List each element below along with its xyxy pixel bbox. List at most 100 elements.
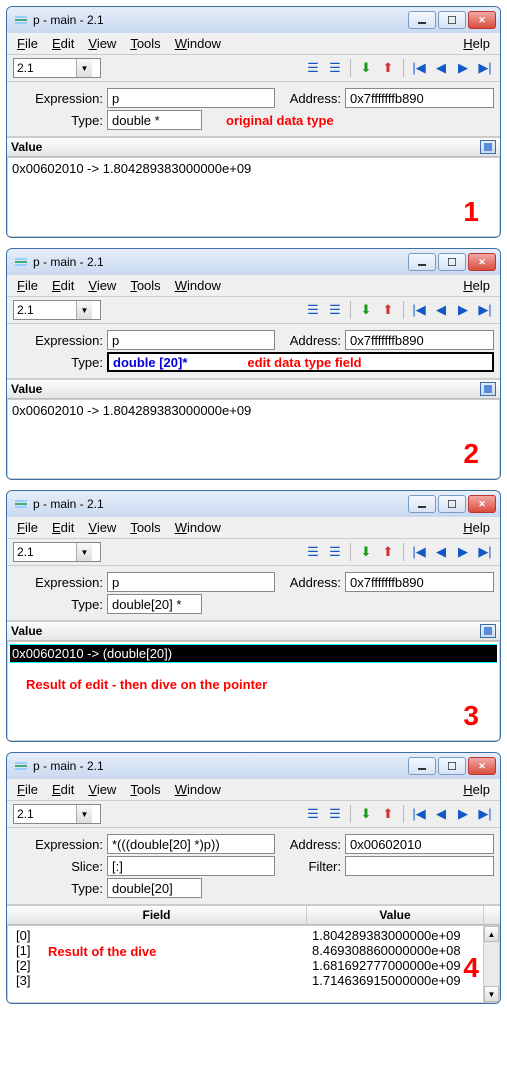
id-input[interactable] <box>14 301 76 319</box>
menu-view[interactable]: View <box>88 36 116 51</box>
maximize-button[interactable] <box>438 757 466 775</box>
prev-icon[interactable]: ◀ <box>432 805 450 823</box>
menu-file[interactable]: File <box>17 520 38 535</box>
dive-down-icon[interactable]: ⬇ <box>357 59 375 77</box>
dive-down-icon[interactable]: ⬇ <box>357 301 375 319</box>
close-button[interactable]: ✕ <box>468 11 496 29</box>
menu-view[interactable]: View <box>88 278 116 293</box>
titlebar[interactable]: p - main - 2.1 ✕ <box>7 491 500 517</box>
prev-icon[interactable]: ◀ <box>432 301 450 319</box>
expression-field[interactable]: p <box>107 330 275 350</box>
expression-field[interactable]: p <box>107 88 275 108</box>
id-combo[interactable]: ▼ <box>13 542 101 562</box>
last-icon[interactable]: ▶| <box>476 301 494 319</box>
menu-file[interactable]: File <box>17 278 38 293</box>
scroll-up-icon[interactable]: ▲ <box>484 926 499 942</box>
id-combo[interactable]: ▼ <box>13 58 101 78</box>
first-icon[interactable]: |◀ <box>410 301 428 319</box>
menu-edit[interactable]: Edit <box>52 278 74 293</box>
list2-icon[interactable]: ☰ <box>326 805 344 823</box>
maximize-button[interactable] <box>438 253 466 271</box>
menu-help[interactable]: Help <box>463 520 490 535</box>
value-row[interactable]: 0x00602010 -> 1.804289383000000e+09 <box>12 403 495 418</box>
list2-icon[interactable]: ☰ <box>326 59 344 77</box>
dive-down-icon[interactable]: ⬇ <box>357 543 375 561</box>
scroll-track[interactable] <box>484 942 499 986</box>
minimize-button[interactable] <box>408 495 436 513</box>
list-icon[interactable]: ☰ <box>304 59 322 77</box>
titlebar[interactable]: p - main - 2.1 ✕ <box>7 753 500 779</box>
menu-tools[interactable]: Tools <box>130 278 160 293</box>
scrollbar[interactable]: ▲ ▼ <box>483 926 499 1002</box>
menu-window[interactable]: Window <box>175 520 221 535</box>
panel-toggle-icon[interactable] <box>480 624 496 638</box>
value-row[interactable]: 0x00602010 -> 1.804289383000000e+09 <box>12 161 495 176</box>
next-icon[interactable]: ▶ <box>454 59 472 77</box>
table-row[interactable]: [0] 1.804289383000000e+09 <box>8 928 499 943</box>
chevron-down-icon[interactable]: ▼ <box>76 301 92 319</box>
last-icon[interactable]: ▶| <box>476 543 494 561</box>
menu-edit[interactable]: Edit <box>52 36 74 51</box>
menu-window[interactable]: Window <box>175 278 221 293</box>
id-input[interactable] <box>14 543 76 561</box>
maximize-button[interactable] <box>438 11 466 29</box>
expression-field[interactable]: p <box>107 572 275 592</box>
chevron-down-icon[interactable]: ▼ <box>76 543 92 561</box>
panel-toggle-icon[interactable] <box>480 382 496 396</box>
menu-help[interactable]: Help <box>463 782 490 797</box>
list-icon[interactable]: ☰ <box>304 805 322 823</box>
menu-view[interactable]: View <box>88 782 116 797</box>
value-row[interactable]: 0x00602010 -> (double[20]) <box>10 644 497 663</box>
expression-field[interactable]: *(((double[20] *)p)) <box>107 834 275 854</box>
address-field[interactable]: 0x7fffffffb890 <box>345 88 494 108</box>
menu-tools[interactable]: Tools <box>130 520 160 535</box>
minimize-button[interactable] <box>408 253 436 271</box>
list2-icon[interactable]: ☰ <box>326 543 344 561</box>
type-field[interactable]: double [20]*edit data type field <box>107 352 494 372</box>
id-combo[interactable]: ▼ <box>13 300 101 320</box>
id-input[interactable] <box>14 805 76 823</box>
prev-icon[interactable]: ◀ <box>432 543 450 561</box>
menu-tools[interactable]: Tools <box>130 36 160 51</box>
panel-toggle-icon[interactable] <box>480 140 496 154</box>
first-icon[interactable]: |◀ <box>410 805 428 823</box>
dive-up-icon[interactable]: ⬆ <box>379 59 397 77</box>
next-icon[interactable]: ▶ <box>454 301 472 319</box>
column-value[interactable]: Value <box>307 906 484 924</box>
list-icon[interactable]: ☰ <box>304 301 322 319</box>
type-field[interactable]: double[20] * <box>107 594 202 614</box>
type-field[interactable]: double * <box>107 110 202 130</box>
menu-help[interactable]: Help <box>463 278 490 293</box>
id-input[interactable] <box>14 59 76 77</box>
column-field[interactable]: Field <box>7 906 307 924</box>
menu-view[interactable]: View <box>88 520 116 535</box>
chevron-down-icon[interactable]: ▼ <box>76 805 92 823</box>
address-field[interactable]: 0x7fffffffb890 <box>345 572 494 592</box>
close-button[interactable]: ✕ <box>468 495 496 513</box>
menu-file[interactable]: File <box>17 36 38 51</box>
dive-up-icon[interactable]: ⬆ <box>379 805 397 823</box>
menu-help[interactable]: Help <box>463 36 490 51</box>
address-field[interactable]: 0x7fffffffb890 <box>345 330 494 350</box>
address-field[interactable]: 0x00602010 <box>345 834 494 854</box>
menu-window[interactable]: Window <box>175 782 221 797</box>
dive-down-icon[interactable]: ⬇ <box>357 805 375 823</box>
menu-file[interactable]: File <box>17 782 38 797</box>
menu-edit[interactable]: Edit <box>52 782 74 797</box>
titlebar[interactable]: p - main - 2.1 ✕ <box>7 7 500 33</box>
table-row[interactable]: [3] 1.714636915000000e+09 <box>8 973 499 988</box>
first-icon[interactable]: |◀ <box>410 543 428 561</box>
menu-tools[interactable]: Tools <box>130 782 160 797</box>
menu-window[interactable]: Window <box>175 36 221 51</box>
minimize-button[interactable] <box>408 11 436 29</box>
minimize-button[interactable] <box>408 757 436 775</box>
chevron-down-icon[interactable]: ▼ <box>76 59 92 77</box>
first-icon[interactable]: |◀ <box>410 59 428 77</box>
prev-icon[interactable]: ◀ <box>432 59 450 77</box>
next-icon[interactable]: ▶ <box>454 805 472 823</box>
menu-edit[interactable]: Edit <box>52 520 74 535</box>
last-icon[interactable]: ▶| <box>476 805 494 823</box>
type-field[interactable]: double[20] <box>107 878 202 898</box>
list2-icon[interactable]: ☰ <box>326 301 344 319</box>
list-icon[interactable]: ☰ <box>304 543 322 561</box>
